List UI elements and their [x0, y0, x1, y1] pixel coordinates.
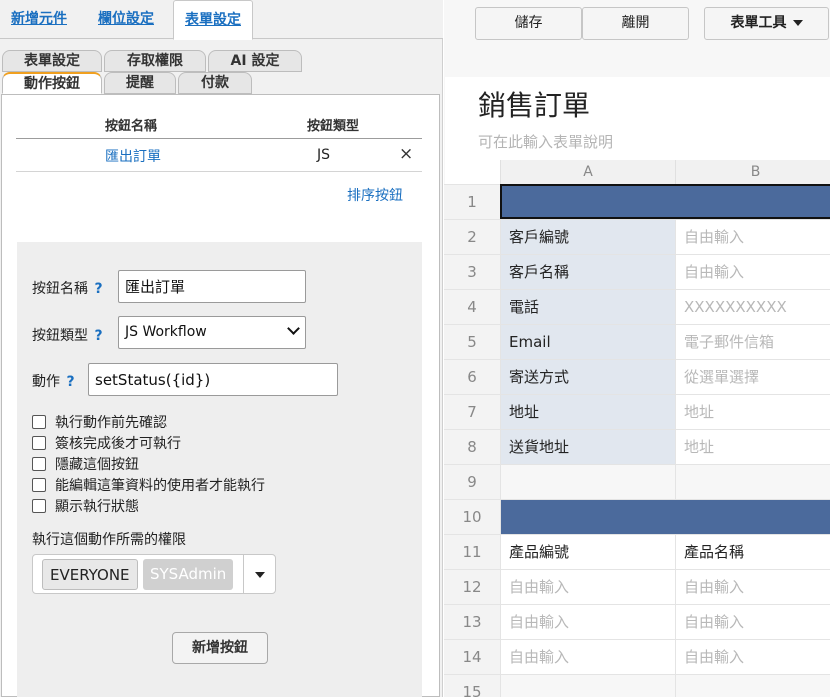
permission-dropdown-toggle[interactable]	[243, 555, 275, 593]
leave-button[interactable]: 離開	[582, 7, 689, 40]
subtab-ai-settings[interactable]: AI 設定	[208, 50, 302, 72]
field-input-cell[interactable]: 地址	[675, 394, 830, 429]
field-input-cell[interactable]: 自由輸入	[675, 254, 830, 289]
chevron-down-icon	[287, 322, 300, 335]
table-input-cell[interactable]: 自由輸入	[500, 604, 675, 639]
checkbox-hide-button[interactable]: 隱藏這個按鈕	[32, 454, 139, 474]
button-type-label: 按鈕類型 ?	[32, 328, 103, 344]
permission-multiselect[interactable]: EVERYONE SYSAdmin	[32, 554, 276, 594]
field-label-cell[interactable]: 地址	[500, 394, 675, 429]
permission-chip-everyone[interactable]: EVERYONE	[42, 559, 138, 590]
field-label-cell[interactable]: 送貨地址	[500, 429, 675, 464]
help-icon[interactable]: ?	[94, 281, 102, 297]
row-number[interactable]: 8	[444, 429, 500, 464]
button-row-name-link[interactable]: 匯出訂單	[105, 146, 161, 166]
row-number[interactable]: 7	[444, 394, 500, 429]
add-button-button[interactable]: 新增按鈕	[172, 632, 268, 664]
button-name-input[interactable]	[118, 270, 306, 303]
subtab-payment[interactable]: 付款	[178, 72, 252, 94]
top-tab-bar: 新增元件 欄位設定 表單設定	[0, 0, 443, 40]
form-description[interactable]: 可在此輸入表單說明	[478, 131, 613, 152]
field-input-cell[interactable]: 電子郵件信箱	[675, 324, 830, 359]
checkbox-icon[interactable]	[32, 478, 46, 492]
table-column-label-cell[interactable]: 產品名稱	[675, 534, 830, 569]
field-label-cell[interactable]: 寄送方式	[500, 359, 675, 394]
column-header-a[interactable]: A	[500, 160, 675, 184]
table-input-cell[interactable]: 自由輸入	[675, 604, 830, 639]
button-type-select[interactable]: JS Workflow	[118, 316, 306, 349]
table-input-cell[interactable]: 自由輸入	[675, 639, 830, 674]
caret-down-icon	[792, 20, 803, 26]
column-header-b[interactable]: B	[675, 160, 830, 184]
button-row-type: JS	[317, 147, 331, 163]
tab-add-component[interactable]: 新增元件	[11, 0, 67, 39]
row-number[interactable]: 15	[444, 674, 500, 697]
help-icon[interactable]: ?	[94, 328, 102, 344]
section-header-cell[interactable]	[500, 499, 830, 534]
field-label-cell[interactable]: 電話	[500, 289, 675, 324]
table-input-cell[interactable]: 自由輸入	[675, 569, 830, 604]
row-number[interactable]: 5	[444, 324, 500, 359]
checkbox-show-status[interactable]: 顯示執行狀態	[32, 496, 139, 516]
column-header-button-name: 按鈕名稱	[105, 119, 158, 134]
row-number[interactable]: 9	[444, 464, 500, 499]
row-number[interactable]: 6	[444, 359, 500, 394]
subtab-reminders[interactable]: 提醒	[104, 72, 176, 94]
subtab-form-settings[interactable]: 表單設定	[2, 50, 102, 72]
field-input-cell[interactable]: 自由輸入	[675, 219, 830, 254]
field-input-cell[interactable]: 地址	[675, 429, 830, 464]
save-button[interactable]: 儲存	[475, 7, 582, 40]
caret-down-icon	[255, 572, 265, 578]
help-icon[interactable]: ?	[66, 374, 74, 390]
table-column-label-cell[interactable]: 產品編號	[500, 534, 675, 569]
checkbox-icon[interactable]	[32, 499, 46, 513]
table-input-cell[interactable]: 自由輸入	[500, 569, 675, 604]
tab-form-settings[interactable]: 表單設定	[173, 0, 253, 40]
table-input-cell[interactable]: 自由輸入	[500, 639, 675, 674]
row-number[interactable]: 13	[444, 604, 500, 639]
field-label-cell[interactable]: 客戶名稱	[500, 254, 675, 289]
tab-field-settings[interactable]: 欄位設定	[98, 0, 154, 39]
column-header-button-type: 按鈕類型	[307, 119, 360, 134]
field-input-cell[interactable]: XXXXXXXXXX	[675, 289, 830, 324]
row-number[interactable]: 1	[444, 184, 500, 219]
action-label: 動作 ?	[32, 374, 75, 390]
checkbox-after-approval[interactable]: 簽核完成後才可執行	[32, 433, 181, 453]
row-number[interactable]: 4	[444, 289, 500, 324]
checkbox-confirm-before-action[interactable]: 執行動作前先確認	[32, 412, 167, 432]
row-number[interactable]: 14	[444, 639, 500, 674]
row-number[interactable]: 2	[444, 219, 500, 254]
permission-chip-sysadmin[interactable]: SYSAdmin	[143, 559, 234, 590]
empty-cell[interactable]	[500, 674, 675, 697]
form-tools-button[interactable]: 表單工具	[704, 7, 829, 40]
form-settings-panel: 新增元件 欄位設定 表單設定 表單設定 存取權限 AI 設定 動作按鈕 提醒 付…	[0, 0, 443, 697]
delete-button-icon[interactable]: ×	[399, 144, 413, 164]
action-input[interactable]	[88, 363, 338, 396]
empty-cell[interactable]	[675, 674, 830, 697]
permission-label: 執行這個動作所需的權限	[32, 532, 186, 548]
form-designer-area: 儲存 離開 表單工具 銷售訂單 可在此輸入表單說明 A B 1 2 客戶編號 自由輸入…	[444, 0, 830, 697]
section-header-cell[interactable]	[500, 184, 830, 219]
form-title[interactable]: 銷售訂單	[478, 84, 590, 124]
subtab-action-buttons[interactable]: 動作按鈕	[2, 72, 102, 94]
table-row-divider	[16, 171, 422, 172]
checkbox-icon[interactable]	[32, 457, 46, 471]
row-number[interactable]: 12	[444, 569, 500, 604]
row-number[interactable]: 11	[444, 534, 500, 569]
checkbox-editors-only[interactable]: 能編輯這筆資料的使用者才能執行	[32, 475, 265, 495]
row-number[interactable]: 3	[444, 254, 500, 289]
table-divider	[16, 138, 422, 139]
empty-cell[interactable]	[675, 464, 830, 499]
field-label-cell[interactable]: 客戶編號	[500, 219, 675, 254]
subtab-access-permissions[interactable]: 存取權限	[104, 50, 206, 72]
field-input-cell[interactable]: 從選單選擇	[675, 359, 830, 394]
sort-buttons-link[interactable]: 排序按鈕	[347, 185, 403, 205]
button-name-label: 按鈕名稱 ?	[32, 281, 103, 297]
checkbox-icon[interactable]	[32, 415, 46, 429]
empty-cell[interactable]	[500, 464, 675, 499]
row-number[interactable]: 10	[444, 499, 500, 534]
checkbox-icon[interactable]	[32, 436, 46, 450]
field-label-cell[interactable]: Email	[500, 324, 675, 359]
button-type-selected-value: JS Workflow	[125, 324, 207, 340]
